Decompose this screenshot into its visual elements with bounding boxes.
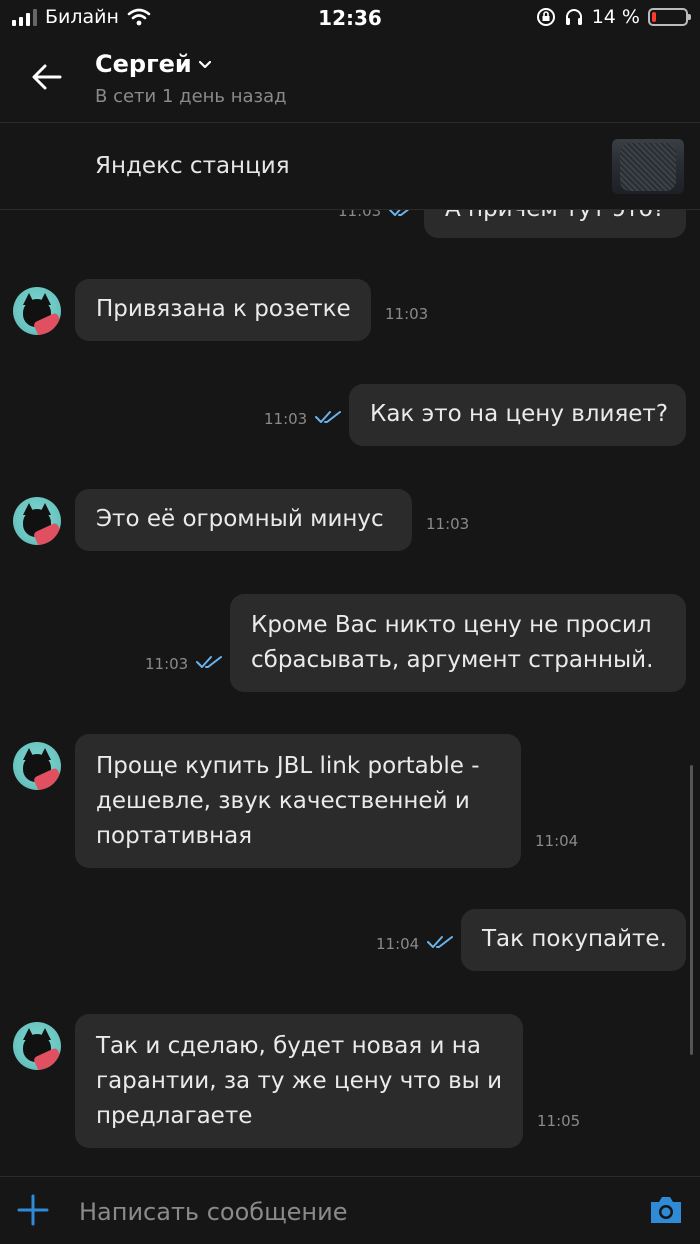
avatar[interactable] [13, 497, 61, 545]
message-bubble-outgoing[interactable]: Как это на цену влияет? [349, 384, 686, 446]
message-list[interactable]: А причем тут это? 11:03 Привязана к розе… [0, 210, 700, 1176]
battery-level-fill [652, 12, 656, 22]
message-bubble-outgoing[interactable]: Кроме Вас никто цену не просил сбрасыват… [230, 594, 686, 692]
double-check-icon [196, 656, 222, 668]
camera-icon[interactable] [648, 1194, 684, 1226]
double-check-icon [389, 210, 410, 216]
message-text-line: Кроме Вас никто цену не просил [251, 612, 652, 638]
message-time: 11:03 [145, 655, 189, 673]
chevron-down-icon [198, 60, 211, 69]
headphones-icon [565, 9, 582, 25]
message-text: Это её огромный минус [96, 506, 384, 532]
message-time: 11:04 [535, 832, 579, 850]
battery-percent: 14 % [591, 6, 640, 28]
avatar[interactable] [13, 742, 61, 790]
back-arrow-icon[interactable] [30, 60, 64, 94]
contact-name: Сергей [95, 50, 192, 78]
message-time: 11:03 [426, 515, 470, 533]
avatar[interactable] [13, 1022, 61, 1070]
message-text-line: сбрасывать, аргумент странный. [251, 647, 654, 673]
double-check-icon [315, 411, 341, 423]
contact-name-button[interactable]: Сергей [95, 50, 212, 78]
status-right: 14 % [536, 6, 691, 28]
message-text-line: Проще купить JBL link portable - [96, 753, 480, 779]
message-time: 11:05 [537, 1112, 581, 1130]
message-text-line: Так и сделаю, будет новая и на [96, 1033, 481, 1059]
avatar[interactable] [13, 287, 61, 335]
message-text-line: предлагаете [96, 1103, 253, 1129]
message-time: 11:03 [338, 210, 382, 220]
lock-rotation-icon [536, 8, 555, 26]
presence-status: В сети 1 день назад [95, 86, 287, 107]
status-bar: Билайн 12:36 14 % [0, 0, 700, 36]
message-text: Привязана к розетке [96, 296, 351, 322]
product-title: Яндекс станция [95, 153, 290, 179]
product-thumbnail[interactable] [612, 139, 684, 194]
product-banner[interactable]: Яндекс станция [0, 122, 700, 210]
plus-icon[interactable] [16, 1193, 50, 1227]
message-bubble-incoming[interactable]: Проще купить JBL link portable - дешевле… [75, 734, 521, 868]
message-time: 11:04 [376, 935, 420, 953]
message-input[interactable] [77, 1191, 621, 1233]
message-bubble-outgoing[interactable]: Так покупайте. [461, 909, 686, 971]
message-bubble-outgoing[interactable]: А причем тут это? [424, 210, 686, 238]
scrollbar[interactable] [690, 765, 693, 1055]
message-time: 11:03 [385, 305, 429, 323]
message-text-line: гарантии, за ту же цену что вы и [96, 1068, 503, 1094]
double-check-icon [427, 936, 453, 948]
message-time: 11:03 [264, 410, 308, 428]
message-bubble-incoming[interactable]: Так и сделаю, будет новая и на гарантии,… [75, 1014, 523, 1148]
message-composer [0, 1176, 700, 1244]
chat-header: Сергей В сети 1 день назад [0, 36, 700, 122]
message-text: А причем тут это? [445, 210, 665, 222]
message-text-line: дешевле, звук качественней и [96, 788, 470, 814]
battery-icon [648, 8, 691, 26]
message-text-line: портативная [96, 823, 253, 849]
message-text: Так покупайте. [482, 926, 667, 952]
message-bubble-incoming[interactable]: Это её огромный минус [75, 489, 412, 551]
message-text: Как это на цену влияет? [370, 401, 669, 427]
message-bubble-incoming[interactable]: Привязана к розетке [75, 279, 371, 341]
